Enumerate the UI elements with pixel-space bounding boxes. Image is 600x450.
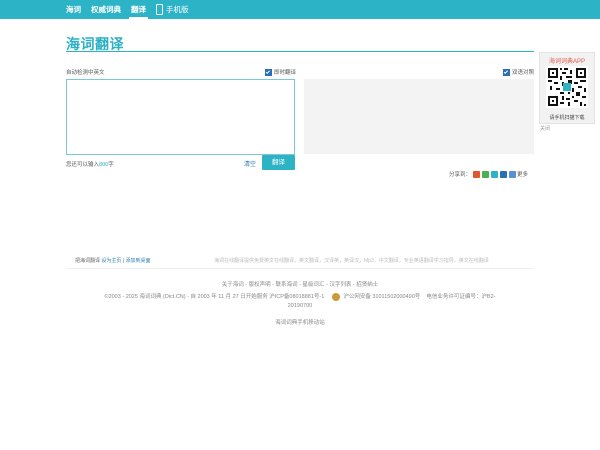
translation-output <box>304 79 534 154</box>
share-bar: 分享到： 更多 <box>449 170 528 178</box>
share-label: 分享到： <box>449 172 472 178</box>
remain-count: 800 <box>99 162 109 168</box>
bilingual-toggle[interactable]: 双语对照 <box>503 68 534 76</box>
app-title: 海词词典APP <box>548 59 585 65</box>
instant-translate-label: 即时翻译 <box>274 70 297 76</box>
footer-tagline: 海词在线翻译提供免费英文在线翻译，英文翻译，汉译英，英译汉，Mp3，中文翻译，专… <box>214 258 489 264</box>
phone-icon <box>156 4 163 15</box>
bilingual-checkbox[interactable] <box>503 68 510 76</box>
top-nav-bar: 海词 权威词典 翻译 手机版 <box>0 0 600 19</box>
instant-translate-toggle[interactable]: 即时翻译 <box>265 68 296 76</box>
nav-menu: 海词 权威词典 翻译 手机版 <box>66 0 199 19</box>
share-weibo-icon[interactable] <box>473 170 481 178</box>
share-wechat-icon[interactable] <box>482 170 490 178</box>
char-remaining: 您还可以输入800字 <box>66 160 114 168</box>
remain-prefix: 您还可以输入 <box>66 162 100 168</box>
app-download-panel: 海词词典APP 请手机扫描下载 <box>539 52 595 124</box>
bilingual-label: 双语对照 <box>512 70 535 76</box>
footer-set-links: 把海词翻译 设为主页 | 添加到桌面 <box>75 258 151 264</box>
remain-suffix: 字 <box>108 162 114 168</box>
clear-button[interactable]: 清空 <box>244 159 256 168</box>
app-close-link[interactable]: 关闭 <box>540 125 550 132</box>
app-caption: 请手机扫描下载 <box>549 115 585 121</box>
mobile-site-link[interactable]: 海词词典手机移动站 <box>0 318 600 326</box>
nav-item-mobile[interactable]: 手机版 <box>156 0 189 19</box>
qr-code-icon <box>546 66 588 108</box>
footer-divider <box>66 268 534 269</box>
police-badge-icon <box>331 292 340 301</box>
footer-links[interactable]: 关于海词 - 版权声明 - 联系海词 - 星级词汇 - 汉字列表 - 招贤纳士 <box>0 280 600 288</box>
nav-item-translate[interactable]: 翻译 <box>129 0 148 19</box>
source-text-input[interactable] <box>66 79 295 155</box>
set-home-link[interactable]: 设为主页 <box>101 258 121 264</box>
set-translate-text: 把海词翻译 <box>75 258 101 264</box>
nav-item-dictionary[interactable]: 权威词典 <box>91 0 121 19</box>
footer-copyright: ©2003 - 2025 海词词典 (Dict.CN) - 自 2003 年 1… <box>0 292 600 301</box>
add-desktop-link[interactable]: 添加到桌面 <box>126 258 151 264</box>
instant-translate-checkbox[interactable] <box>265 68 272 76</box>
auto-detect-label: 自动检测中英文 <box>66 70 105 76</box>
license-continued: 20190700 <box>287 303 313 309</box>
header-divider <box>66 51 534 52</box>
nav-mobile-label: 手机版 <box>166 5 189 14</box>
share-more-icon[interactable] <box>509 170 517 178</box>
share-renren-icon[interactable] <box>500 170 508 178</box>
copyright-text: ©2003 - 2025 海词词典 (Dict.CN) - 自 2003 年 1… <box>104 294 325 300</box>
license-text: 电信业务许可证编号：沪B2- <box>426 294 496 300</box>
share-qzone-icon[interactable] <box>491 170 499 178</box>
nav-item-haici[interactable]: 海词 <box>66 0 81 19</box>
translate-button[interactable]: 翻译 <box>262 155 295 170</box>
share-more-link[interactable]: 更多 <box>517 170 528 178</box>
police-record[interactable]: 沪公网安备 31011502000490号 <box>343 294 420 300</box>
